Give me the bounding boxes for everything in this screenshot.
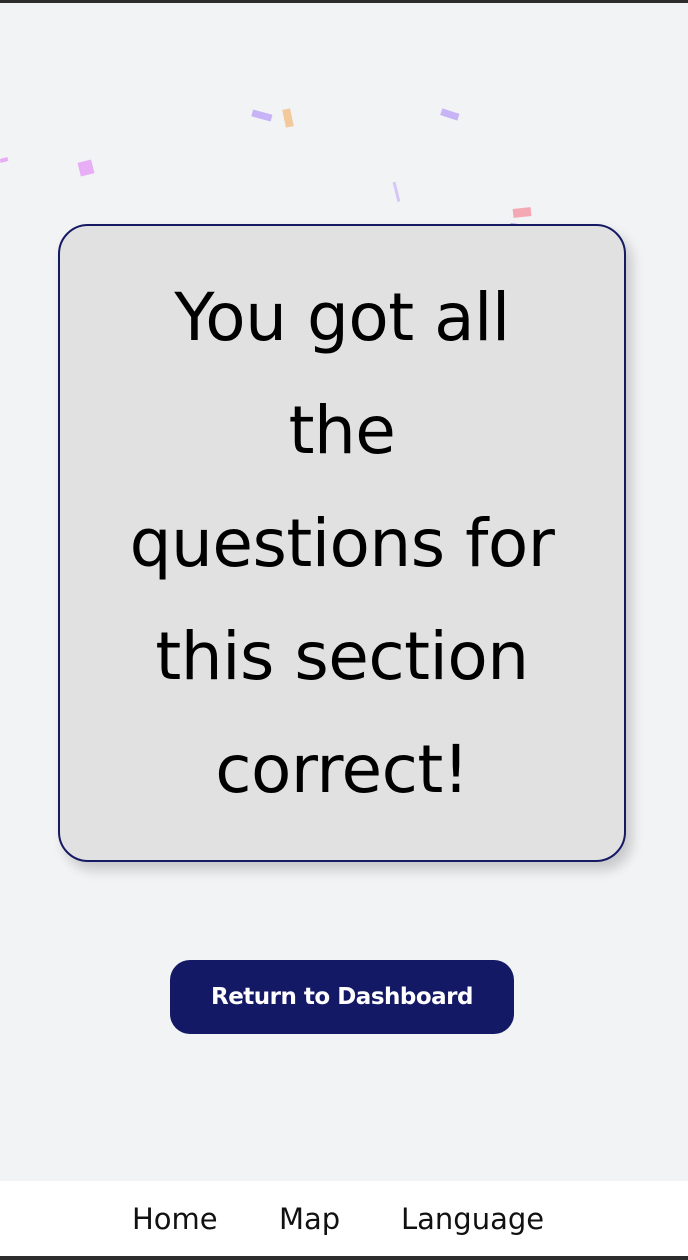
message-line: correct! xyxy=(215,730,469,808)
nav-map-link[interactable]: Map xyxy=(279,1199,340,1239)
confetti-piece xyxy=(0,157,9,163)
nav-language-link[interactable]: Language xyxy=(401,1199,544,1239)
completion-message: You got all the questions for this secti… xyxy=(130,261,555,826)
confetti-piece xyxy=(512,207,532,218)
message-line: You got all xyxy=(174,278,510,356)
confetti-piece xyxy=(440,108,460,121)
confetti-piece xyxy=(282,108,294,128)
window-bottom-border xyxy=(0,1256,688,1260)
completion-card: You got all the questions for this secti… xyxy=(58,224,626,862)
bottom-navigation: Home Map Language xyxy=(0,1181,688,1256)
return-to-dashboard-button[interactable]: Return to Dashboard xyxy=(170,960,514,1034)
confetti-pieces xyxy=(0,108,532,235)
confetti-piece xyxy=(251,109,273,122)
window-top-border xyxy=(0,0,688,3)
confetti-piece xyxy=(77,159,95,177)
message-line: this section xyxy=(155,617,529,695)
message-line: the xyxy=(288,391,396,469)
nav-home-link[interactable]: Home xyxy=(132,1199,218,1239)
confetti-piece xyxy=(392,181,401,202)
message-line: questions for xyxy=(129,504,555,582)
